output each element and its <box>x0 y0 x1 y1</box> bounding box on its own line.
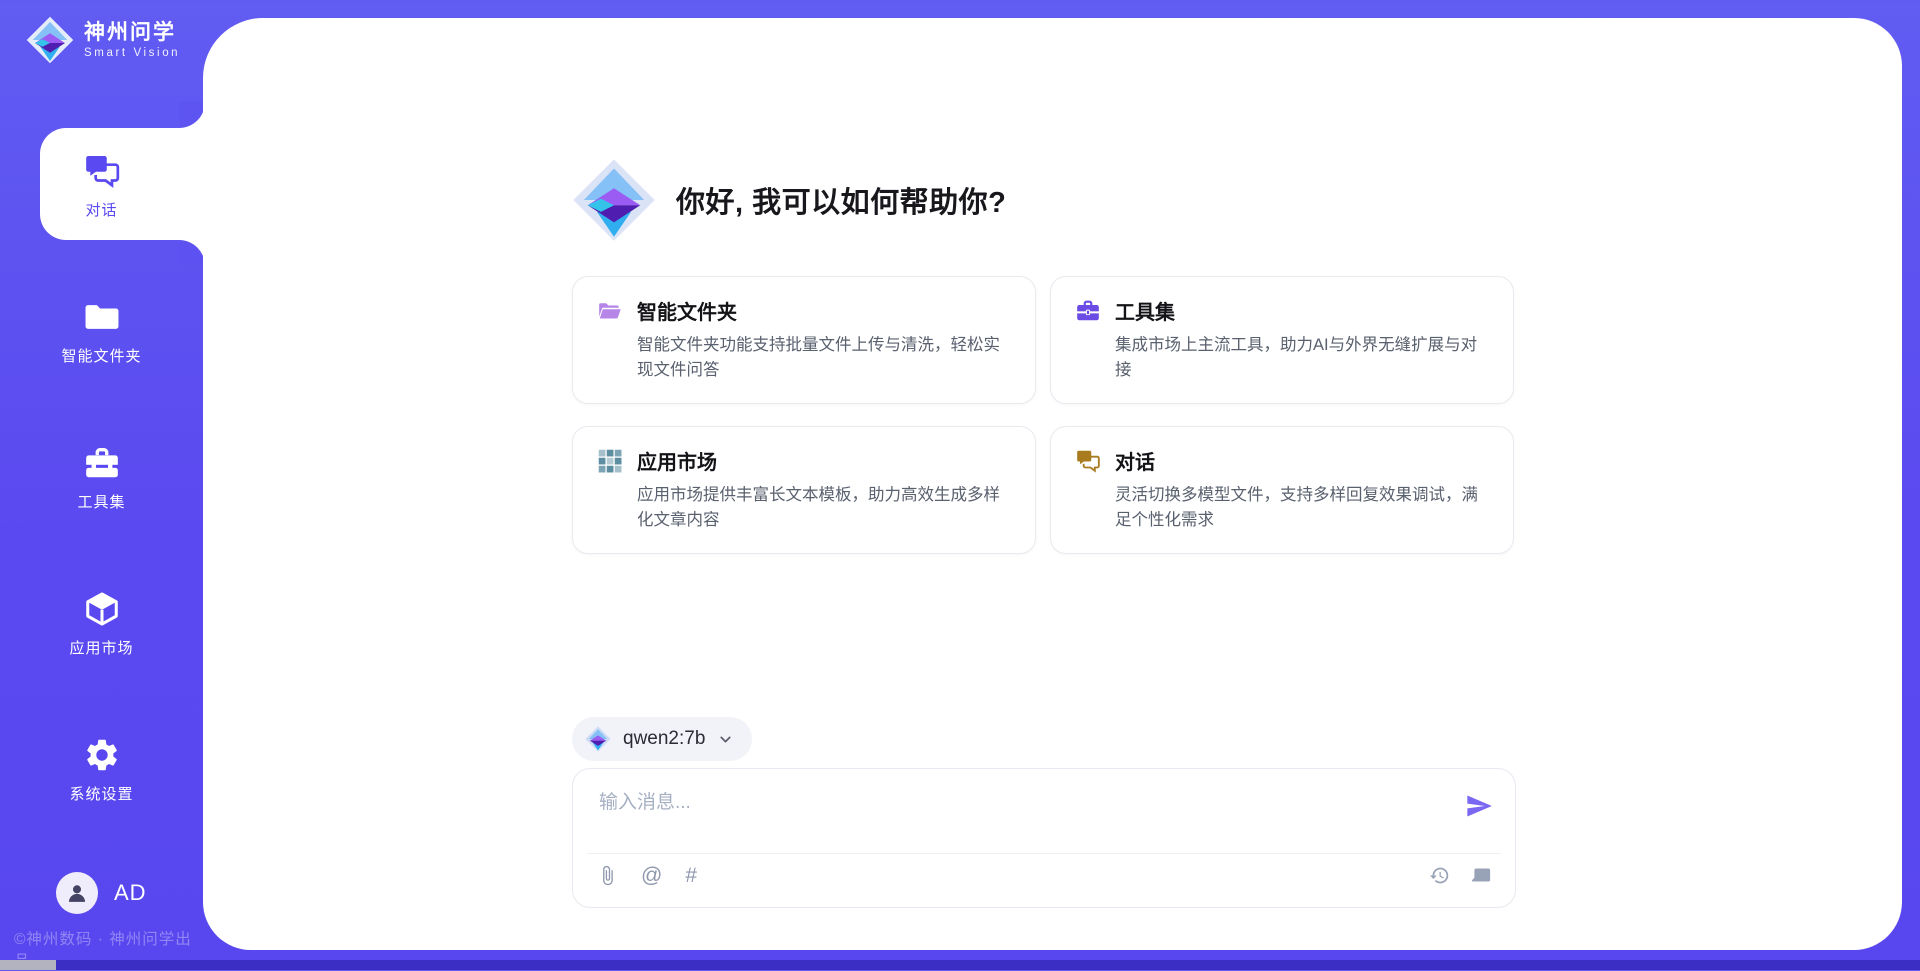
card-title: 应用市场 <box>637 446 717 475</box>
user-profile[interactable]: AD <box>56 872 147 914</box>
card-smart-folder[interactable]: 智能文件夹 智能文件夹功能支持批量文件上传与清洗，轻松实现文件问答 <box>572 276 1036 404</box>
sidebar-item-label: 对话 <box>85 199 117 220</box>
brand-diamond-icon <box>26 16 74 64</box>
card-description: 智能文件夹功能支持批量文件上传与清洗，轻松实现文件问答 <box>637 333 1011 383</box>
send-icon <box>1465 792 1493 820</box>
message-composer: @ # <box>572 768 1516 908</box>
card-title: 工具集 <box>1115 296 1175 325</box>
user-initials: AD <box>114 880 147 906</box>
feature-cards: 智能文件夹 智能文件夹功能支持批量文件上传与清洗，轻松实现文件问答 工具集 集成… <box>572 276 1514 554</box>
main-content-panel: 你好, 我可以如何帮助你? 智能文件夹 智能文件夹功能支持批量文件上传与清洗，轻… <box>203 18 1902 950</box>
hashtag-button[interactable]: # <box>685 865 697 886</box>
at-icon: @ <box>641 865 662 886</box>
attach-file-button[interactable] <box>597 865 618 886</box>
card-chat[interactable]: 对话 灵活切换多模型文件，支持多样回复效果调试，满足个性化需求 <box>1050 426 1514 554</box>
card-title: 智能文件夹 <box>637 296 737 325</box>
sidebar-item-app-market[interactable]: 应用市场 <box>0 590 203 658</box>
greeting-text: 你好, 我可以如何帮助你? <box>676 179 1006 221</box>
sidebar-item-toolset[interactable]: 工具集 <box>0 444 203 512</box>
mention-button[interactable]: @ <box>641 865 662 886</box>
sidebar-item-label: 智能文件夹 <box>61 345 141 366</box>
toolbox-icon <box>83 444 121 482</box>
briefcase-icon <box>1075 298 1101 324</box>
folder-open-icon <box>597 298 623 324</box>
model-name: qwen2:7b <box>623 728 705 750</box>
chat-icon <box>83 152 121 190</box>
brand-name: 神州问学 <box>84 21 180 44</box>
card-title: 对话 <box>1115 446 1155 475</box>
hash-icon: # <box>685 865 697 886</box>
greeting-block: 你好, 我可以如何帮助你? <box>572 158 1006 242</box>
person-icon <box>64 880 90 906</box>
avatar <box>56 872 98 914</box>
sidebar-item-label: 系统设置 <box>69 783 133 804</box>
send-button[interactable] <box>1465 792 1493 820</box>
card-description: 应用市场提供丰富长文本模板，助力高效生成多样化文章内容 <box>637 483 1011 533</box>
paperclip-icon <box>597 865 618 886</box>
comment-icon <box>1470 865 1491 886</box>
sidebar-item-chat[interactable]: 对话 <box>0 152 203 220</box>
chat-bubbles-icon <box>1075 448 1101 474</box>
card-description: 灵活切换多模型文件，支持多样回复效果调试，满足个性化需求 <box>1115 483 1489 533</box>
brand-diamond-icon <box>572 158 656 242</box>
card-toolset[interactable]: 工具集 集成市场上主流工具，助力AI与外界无缝扩展与对接 <box>1050 276 1514 404</box>
brand-subtitle: Smart Vision <box>84 47 180 59</box>
new-chat-button[interactable] <box>1470 865 1491 886</box>
card-description: 集成市场上主流工具，助力AI与外界无缝扩展与对接 <box>1115 333 1489 383</box>
cube-icon <box>83 590 121 628</box>
sidebar-item-settings[interactable]: 系统设置 <box>0 736 203 804</box>
brand-logo: 神州问学 Smart Vision <box>26 16 180 64</box>
grid-icon <box>597 448 623 474</box>
composer-divider <box>587 853 1501 854</box>
message-input[interactable] <box>597 783 1421 823</box>
chevron-down-icon <box>717 731 734 748</box>
horizontal-scrollbar[interactable] <box>0 960 1920 970</box>
scrollbar-thumb[interactable] <box>0 960 56 970</box>
model-logo-icon <box>585 726 611 752</box>
gear-icon <box>83 736 121 774</box>
folder-icon <box>83 298 121 336</box>
history-button[interactable] <box>1429 865 1450 886</box>
sidebar-item-smart-folder[interactable]: 智能文件夹 <box>0 298 203 366</box>
card-app-market[interactable]: 应用市场 应用市场提供丰富长文本模板，助力高效生成多样化文章内容 <box>572 426 1036 554</box>
sidebar-item-label: 应用市场 <box>69 637 133 658</box>
model-selector[interactable]: qwen2:7b <box>572 717 752 761</box>
sidebar-item-label: 工具集 <box>77 491 125 512</box>
history-icon <box>1429 865 1450 886</box>
sidebar: 神州问学 Smart Vision 对话 智能文件夹 工具集 <box>0 0 203 970</box>
